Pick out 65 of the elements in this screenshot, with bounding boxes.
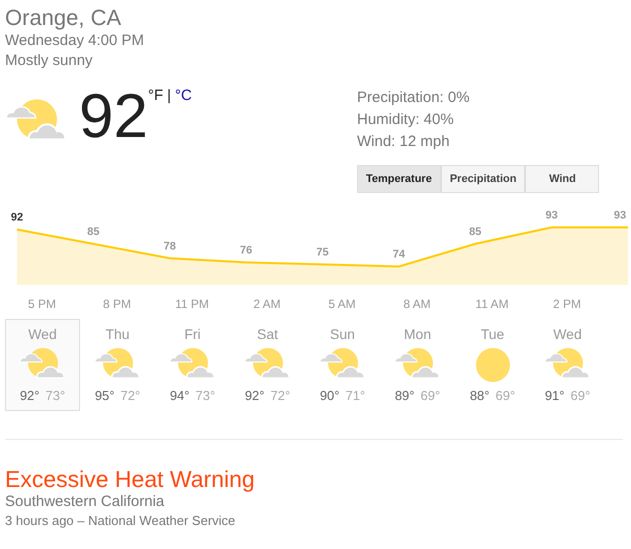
low-temperature: 72°	[120, 388, 140, 404]
high-temperature: 92°	[20, 388, 40, 404]
day-forecast[interactable]: Fri 94° 73°	[155, 319, 230, 411]
high-temperature: 92°	[244, 388, 264, 404]
alert-title[interactable]: Excessive Heat Warning	[5, 466, 631, 492]
hour-label: 2 PM	[553, 296, 581, 313]
low-temperature: 72°	[270, 388, 290, 404]
hour-label: 2 AM	[253, 296, 281, 313]
day-forecast[interactable]: Sun 90° 71°	[305, 319, 380, 411]
day-forecast[interactable]: Wed 92° 73°	[5, 319, 80, 411]
condition: Mostly sunny	[5, 51, 94, 71]
low-temperature: 69°	[496, 388, 516, 404]
value-label: 92	[10, 211, 24, 224]
value-label: 93	[546, 209, 558, 222]
fahrenheit-unit[interactable]: °F	[148, 87, 164, 105]
high-temperature: 95°	[94, 388, 114, 404]
value-label: 93	[614, 209, 626, 222]
low-temperature: 73°	[196, 388, 216, 404]
weather-detail: Precipitation: 0%	[357, 88, 471, 108]
date-time: Wednesday 4:00 PM	[5, 31, 145, 51]
hour-label: 8 AM	[403, 296, 431, 313]
chart-tab[interactable]: Precipitation	[440, 165, 526, 193]
weather-detail: Humidity: 40%	[357, 110, 455, 130]
day-name: Wed	[28, 326, 57, 342]
alert-region: Southwestern California	[5, 492, 166, 512]
day-name: Sun	[330, 326, 355, 342]
day-forecast[interactable]: Thu 95° 72°	[80, 319, 155, 411]
high-temperature: 90°	[320, 388, 340, 404]
unit-separator: |	[167, 87, 172, 105]
hour-label: 5 PM	[28, 296, 56, 313]
alert-source: 3 hours ago – National Weather Service	[5, 512, 236, 530]
day-name: Tue	[480, 326, 504, 342]
day-name: Sat	[256, 326, 278, 342]
low-temperature: 73°	[46, 388, 66, 404]
day-name: Wed	[553, 326, 582, 342]
hour-label: 11 AM	[475, 296, 509, 313]
high-temperature: 94°	[170, 388, 190, 404]
value-label: 76	[240, 244, 252, 256]
hour-label: 8 PM	[103, 296, 131, 313]
hour-label: 5 AM	[328, 296, 356, 313]
day-forecast[interactable]: Tue 88° 69°	[455, 319, 530, 411]
high-temperature: 88°	[470, 388, 490, 404]
value-label: 74	[392, 248, 405, 260]
value-label: 78	[164, 240, 176, 252]
chart-tab[interactable]: Temperature	[357, 165, 441, 193]
day-name: Thu	[105, 326, 130, 342]
value-label: 85	[87, 226, 100, 238]
day-name: Fri	[184, 326, 201, 342]
day-forecast[interactable]: Sat 92° 72°	[230, 319, 305, 411]
high-temperature: 91°	[544, 388, 564, 404]
day-forecast[interactable]: Wed 91° 69°	[530, 319, 605, 411]
low-temperature: 69°	[570, 388, 590, 404]
hour-label: 11 PM	[175, 296, 209, 313]
chart-tab[interactable]: Wind	[525, 165, 600, 193]
current-temperature: 92	[79, 87, 148, 147]
low-temperature: 71°	[346, 388, 366, 404]
celsius-unit[interactable]: °C	[175, 87, 192, 105]
day-name: Mon	[404, 326, 432, 342]
day-forecast[interactable]: Mon 89° 69°	[380, 319, 455, 411]
low-temperature: 69°	[420, 388, 440, 404]
location-title: Orange, CA	[5, 5, 122, 31]
value-label: 75	[316, 246, 329, 258]
weather-detail: Wind: 12 mph	[357, 132, 451, 152]
value-label: 85	[469, 226, 482, 238]
high-temperature: 89°	[394, 388, 414, 404]
